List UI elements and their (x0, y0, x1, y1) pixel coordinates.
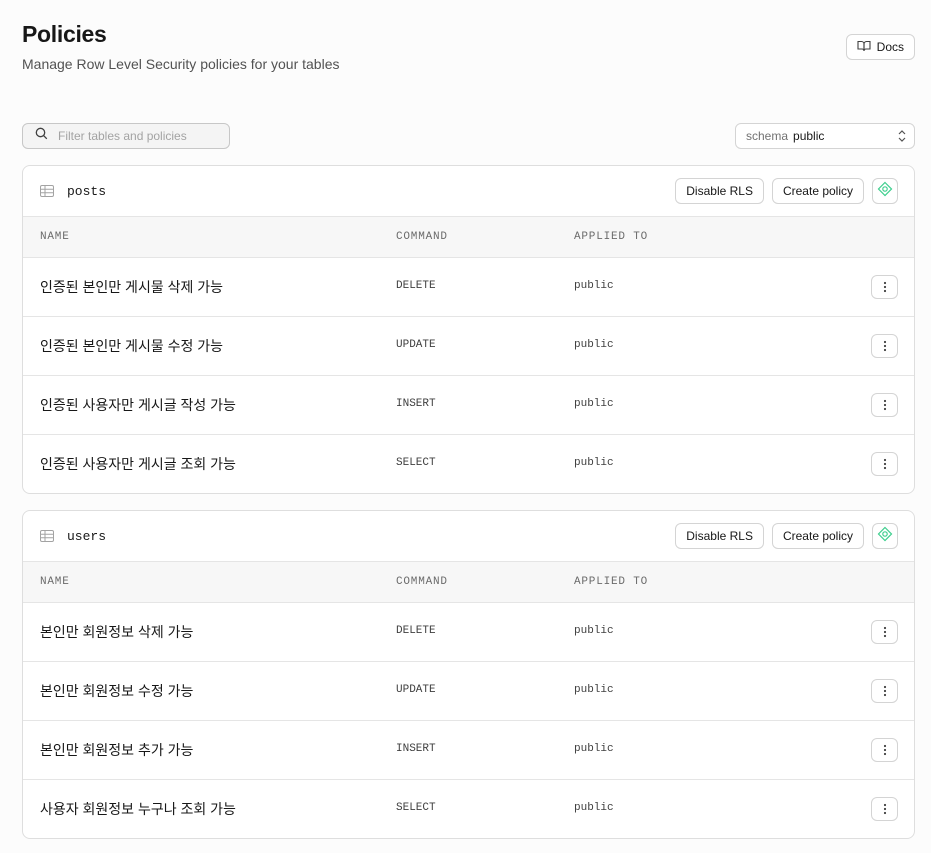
ai-assistant-icon (877, 181, 893, 202)
column-header-name: NAME (40, 231, 70, 243)
policy-row[interactable]: 본인만 회원정보 삭제 가능 DELETE public (23, 603, 914, 662)
table-name: users (67, 528, 107, 544)
policy-row[interactable]: 인증된 본인만 게시물 삭제 가능 DELETE public (23, 258, 914, 317)
table-icon (40, 529, 54, 547)
policy-command: DELETE (396, 625, 436, 637)
policy-applied-to: public (574, 339, 614, 351)
policy-applied-to: public (574, 625, 614, 637)
policy-name: 본인만 회원정보 삭제 가능 (40, 624, 194, 640)
more-vertical-icon (883, 626, 886, 638)
policy-actions-button[interactable] (871, 738, 898, 762)
page-header: Policies Manage Row Level Security polic… (22, 18, 340, 72)
policy-command: DELETE (396, 280, 436, 292)
disable-rls-button[interactable]: Disable RLS (675, 178, 764, 204)
table-card-header: posts Disable RLS Create policy (23, 166, 914, 217)
table-header-row: NAME COMMAND APPLIED TO (23, 562, 914, 603)
policy-command: SELECT (396, 457, 436, 469)
filter-field[interactable] (22, 123, 230, 149)
policy-applied-to: public (574, 743, 614, 755)
policy-row[interactable]: 인증된 본인만 게시물 수정 가능 UPDATE public (23, 317, 914, 376)
policy-name: 인증된 사용자만 게시글 조회 가능 (40, 456, 236, 472)
column-header-command: COMMAND (396, 576, 448, 588)
policy-command: INSERT (396, 398, 436, 410)
more-vertical-icon (883, 803, 886, 815)
more-vertical-icon (883, 458, 886, 470)
search-icon (35, 127, 48, 145)
column-header-command: COMMAND (396, 231, 448, 243)
schema-value: public (793, 129, 825, 143)
docs-button[interactable]: Docs (845, 34, 915, 60)
disable-rls-button[interactable]: Disable RLS (675, 523, 764, 549)
column-header-name: NAME (40, 576, 70, 588)
schema-label: schema (746, 129, 789, 143)
more-vertical-icon (883, 744, 886, 756)
ai-assistant-button[interactable] (872, 523, 898, 549)
more-vertical-icon (883, 281, 886, 293)
policy-row[interactable]: 본인만 회원정보 추가 가능 INSERT public (23, 721, 914, 780)
policy-row[interactable]: 사용자 회원정보 누구나 조회 가능 SELECT public (23, 780, 914, 838)
policy-actions-button[interactable] (871, 452, 898, 476)
policy-row[interactable]: 인증된 사용자만 게시글 작성 가능 INSERT public (23, 376, 914, 435)
page-subtitle: Manage Row Level Security policies for y… (22, 56, 340, 72)
schema-selector[interactable]: schema public (735, 123, 915, 149)
docs-label: Docs (876, 40, 904, 54)
policy-command: SELECT (396, 802, 436, 814)
table-card-header: users Disable RLS Create policy (23, 511, 914, 562)
policy-name: 인증된 사용자만 게시글 작성 가능 (40, 397, 236, 413)
chevron-updown-icon (897, 129, 907, 146)
policy-name: 본인만 회원정보 수정 가능 (40, 683, 194, 699)
policy-applied-to: public (574, 684, 614, 696)
more-vertical-icon (883, 399, 886, 411)
table-card-users: users Disable RLS Create policy NAME COM… (22, 510, 915, 839)
table-name: posts (67, 183, 107, 199)
policy-command: UPDATE (396, 339, 436, 351)
policy-applied-to: public (574, 802, 614, 814)
policy-actions-button[interactable] (871, 679, 898, 703)
policy-command: UPDATE (396, 684, 436, 696)
create-policy-button[interactable]: Create policy (771, 523, 864, 549)
column-header-applied-to: APPLIED TO (574, 231, 649, 243)
book-icon (857, 40, 871, 55)
policy-applied-to: public (574, 280, 614, 292)
policy-name: 인증된 본인만 게시물 삭제 가능 (40, 279, 223, 295)
policy-actions-button[interactable] (871, 797, 898, 821)
policy-command: INSERT (396, 743, 436, 755)
create-policy-button[interactable]: Create policy (771, 178, 864, 204)
policy-row[interactable]: 본인만 회원정보 수정 가능 UPDATE public (23, 662, 914, 721)
page-title: Policies (22, 21, 107, 47)
ai-assistant-icon (877, 526, 893, 547)
policy-row[interactable]: 인증된 사용자만 게시글 조회 가능 SELECT public (23, 435, 914, 493)
policy-applied-to: public (574, 457, 614, 469)
policy-name: 인증된 본인만 게시물 수정 가능 (40, 338, 223, 354)
table-header-row: NAME COMMAND APPLIED TO (23, 217, 914, 258)
filter-input[interactable] (58, 129, 218, 143)
table-card-posts: posts Disable RLS Create policy NAME COM… (22, 165, 915, 494)
table-icon (40, 184, 54, 202)
policy-actions-button[interactable] (871, 620, 898, 644)
policy-actions-button[interactable] (871, 393, 898, 417)
policy-actions-button[interactable] (871, 275, 898, 299)
policy-actions-button[interactable] (871, 334, 898, 358)
ai-assistant-button[interactable] (872, 178, 898, 204)
policy-name: 본인만 회원정보 추가 가능 (40, 742, 194, 758)
column-header-applied-to: APPLIED TO (574, 576, 649, 588)
more-vertical-icon (883, 685, 886, 697)
policy-name: 사용자 회원정보 누구나 조회 가능 (40, 801, 236, 817)
more-vertical-icon (883, 340, 886, 352)
policy-applied-to: public (574, 398, 614, 410)
